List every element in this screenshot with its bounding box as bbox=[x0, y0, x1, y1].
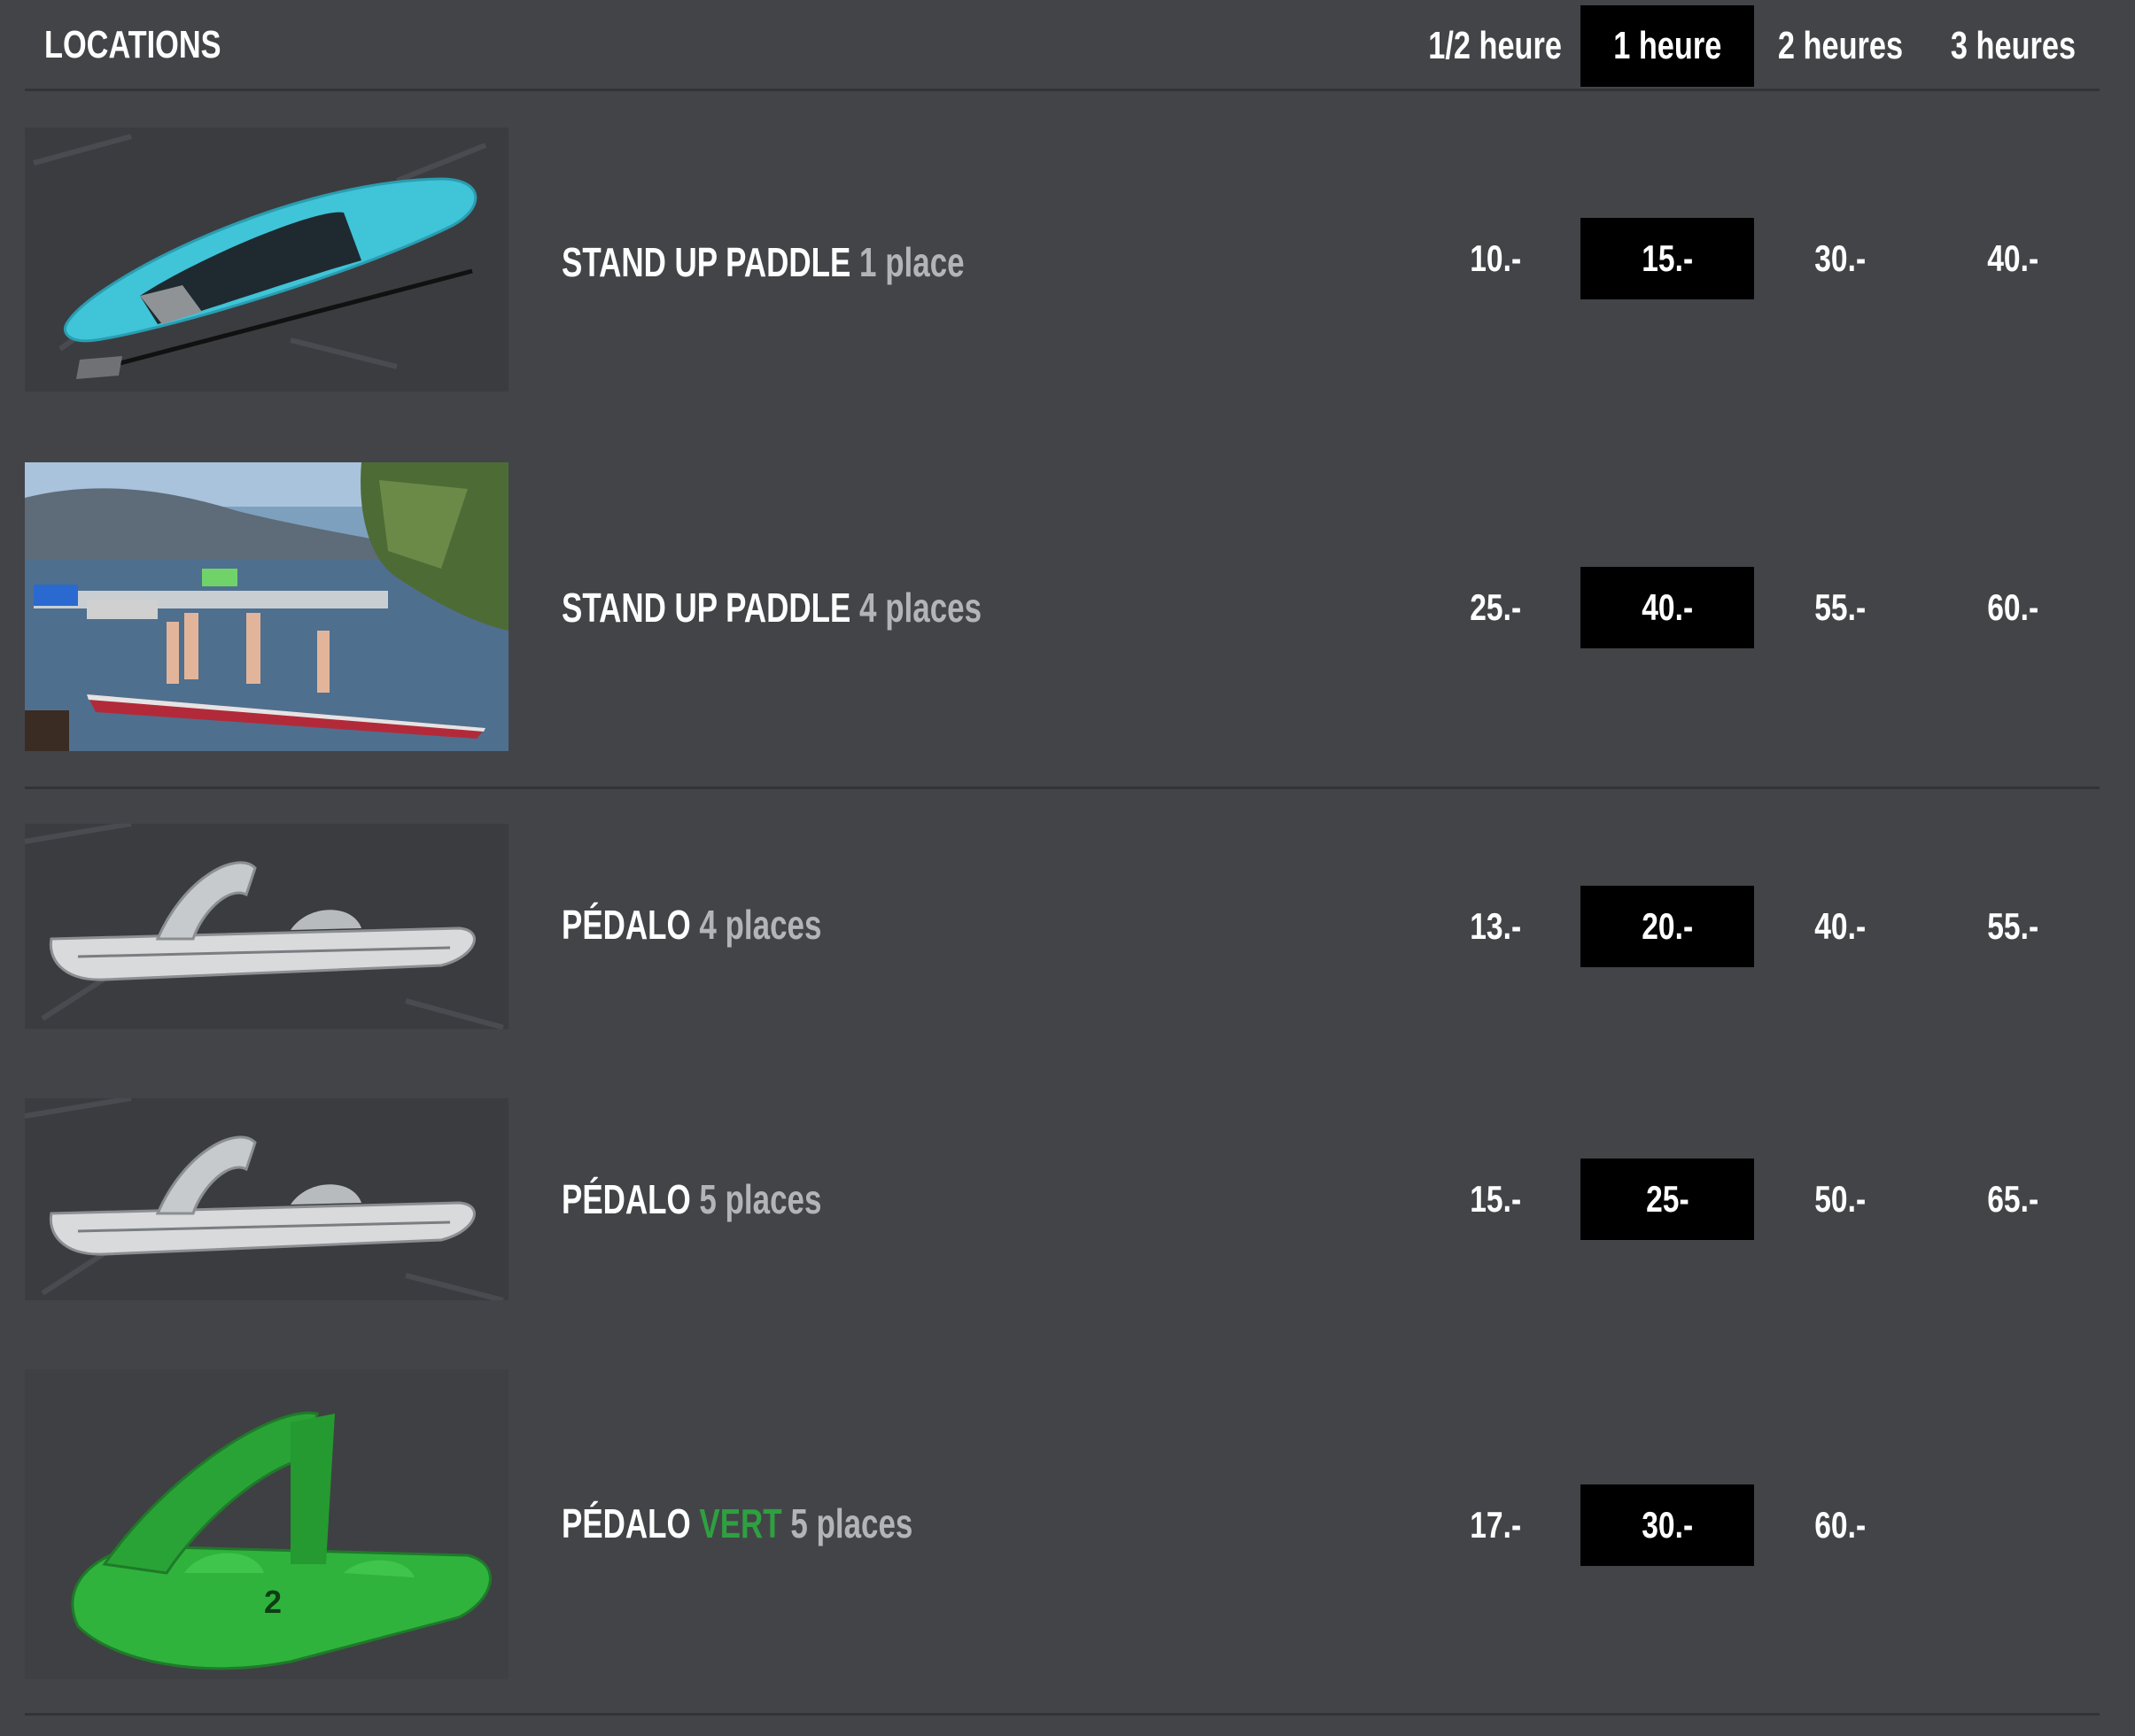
column-header-1-hour: 1 heure bbox=[1580, 5, 1754, 87]
price-2-hours: 50.- bbox=[1814, 1178, 1866, 1220]
price-half-hour: 15.- bbox=[1470, 1178, 1521, 1220]
table-title: LOCATIONS bbox=[44, 23, 221, 66]
row-item-name: STAND UP PADDLE 4 places bbox=[562, 585, 982, 631]
green-pedalo-image: 2 bbox=[25, 1369, 509, 1679]
price-2-hours: 30.- bbox=[1814, 237, 1866, 279]
paddleboard-image bbox=[25, 128, 509, 391]
price-half-hour: 17.- bbox=[1470, 1504, 1521, 1546]
table-row: 2 PÉDALO VERT 5 places 17.- 30.- 60.- bbox=[0, 1369, 2135, 1679]
price-3-hours: 60.- bbox=[1987, 586, 2038, 628]
price-3-hours: 55.- bbox=[1987, 905, 2038, 947]
bottom-divider bbox=[25, 1713, 2100, 1716]
price-1-hour: 25- bbox=[1580, 1159, 1754, 1240]
price-3-hours: 65.- bbox=[1987, 1178, 2038, 1220]
row-item-name: PÉDALO VERT 5 places bbox=[562, 1500, 913, 1546]
price-2-hours: 60.- bbox=[1814, 1504, 1866, 1546]
row-item-name: PÉDALO 4 places bbox=[562, 902, 822, 948]
column-header-half-hour: 1/2 heure bbox=[1428, 24, 1563, 67]
lake-paddle-photo bbox=[25, 462, 509, 751]
section-divider bbox=[25, 787, 2100, 789]
column-header-3-hours: 3 heures bbox=[1950, 24, 2076, 67]
row-item-name: STAND UP PADDLE 1 place bbox=[562, 239, 965, 285]
table-row: PÉDALO 5 places 15.- 25- 50.- 65.- bbox=[0, 1098, 2135, 1300]
row-item-name: PÉDALO 5 places bbox=[562, 1176, 822, 1222]
svg-text:2: 2 bbox=[264, 1584, 282, 1620]
column-header-2-hours: 2 heures bbox=[1777, 24, 1903, 67]
price-2-hours: 40.- bbox=[1814, 905, 1866, 947]
white-pedalo-image bbox=[25, 824, 509, 1029]
price-1-hour: 40.- bbox=[1580, 567, 1754, 648]
price-half-hour: 25.- bbox=[1470, 586, 1521, 628]
price-half-hour: 10.- bbox=[1470, 237, 1521, 279]
price-half-hour: 13.- bbox=[1470, 905, 1521, 947]
price-1-hour: 20.- bbox=[1580, 886, 1754, 967]
table-row: STAND UP PADDLE 1 place 10.- 15.- 30.- 4… bbox=[0, 126, 2135, 393]
white-pedalo-image bbox=[25, 1098, 509, 1300]
rental-price-table: LOCATIONS 1/2 heure 1 heure 2 heures 3 h… bbox=[0, 0, 2135, 1736]
table-header: LOCATIONS 1/2 heure 1 heure 2 heures 3 h… bbox=[0, 0, 2135, 90]
price-3-hours: 40.- bbox=[1987, 237, 2038, 279]
header-divider bbox=[25, 89, 2100, 91]
table-row: STAND UP PADDLE 4 places 25.- 40.- 55.- … bbox=[0, 462, 2135, 751]
price-1-hour: 15.- bbox=[1580, 218, 1754, 299]
price-1-hour: 30.- bbox=[1580, 1484, 1754, 1566]
table-row: PÉDALO 4 places 13.- 20.- 40.- 55.- bbox=[0, 824, 2135, 1029]
price-3-hours bbox=[1926, 1484, 2100, 1566]
price-2-hours: 55.- bbox=[1814, 586, 1866, 628]
